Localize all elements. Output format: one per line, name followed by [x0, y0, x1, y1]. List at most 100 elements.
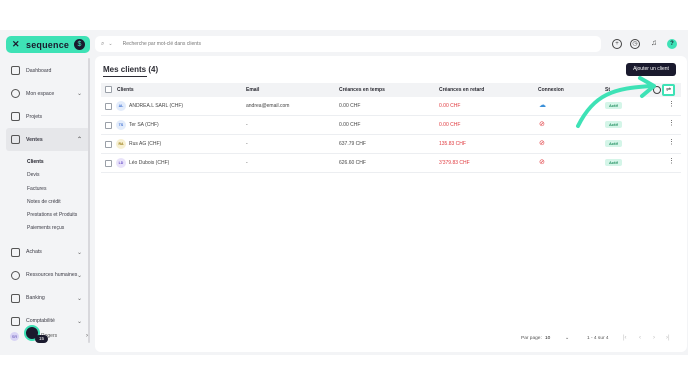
row-checkbox[interactable] [105, 160, 112, 167]
cloud-disconnected-icon[interactable]: ⊘ [539, 139, 545, 148]
sidebar-item-label: Mon espace [26, 90, 55, 97]
help-icon[interactable]: ? [667, 39, 677, 49]
sidebar-subitem-factures[interactable]: Factures [6, 183, 90, 196]
logo[interactable]: ✕ sequence $ [6, 36, 90, 53]
chevron-down-icon[interactable]: ⌄ [108, 41, 112, 47]
client-name[interactable]: Léo Dubois (CHF) [129, 160, 169, 166]
cloud-disconnected-icon[interactable]: ⊘ [539, 158, 545, 167]
pagination-range: 1 - 4 sur 4 [587, 336, 609, 341]
logo-mark-icon: ✕ [12, 39, 20, 49]
client-email: - [246, 160, 248, 166]
table-row[interactable]: RA Rus AG (CHF) - 637.79 CHF 135.83 CHF ⊘ Acti… [101, 135, 681, 154]
check-square-icon [11, 112, 20, 121]
sidebar-item-banking[interactable]: Banking ⌄ [6, 287, 90, 310]
sidebar: ✕ sequence $ Dashboard Mon espace ⌄ Proj… [6, 36, 90, 352]
row-checkbox[interactable] [105, 103, 112, 110]
creances-en-temps: 626.60 CHF [339, 160, 366, 166]
clock-icon[interactable]: ◷ [630, 39, 640, 49]
creances-en-retard: 0.00 CHF [439, 122, 461, 128]
status-badge: Actif [605, 140, 622, 147]
table-row[interactable]: LD Léo Dubois (CHF) - 626.60 CHF 3'379.83 CH… [101, 154, 681, 173]
status-badge: Actif [605, 159, 622, 166]
creances-en-retard: 0.00 CHF [439, 103, 461, 109]
avatar: SR [10, 331, 19, 341]
kebab-menu-icon[interactable]: ⋮ [668, 158, 675, 166]
client-name[interactable]: Ter SA (CHF) [129, 122, 159, 128]
kebab-menu-icon[interactable]: ⋮ [668, 101, 675, 109]
column-header-clients[interactable]: Clients [117, 87, 134, 93]
kebab-menu-icon[interactable]: ⋮ [668, 139, 675, 147]
prev-page-button[interactable]: ‹ [639, 335, 641, 341]
creances-en-temps: 0.00 CHF [339, 122, 361, 128]
search-bar[interactable]: ⌕ ⌄ Recherche par mot-clé dans clients [95, 36, 601, 52]
sidebar-subitem-paiements[interactable]: Paiements reçus [6, 222, 90, 235]
bell-icon[interactable]: ♫ [649, 39, 659, 49]
notification-count-badge: 15 [35, 335, 48, 343]
client-name[interactable]: ANDREA.L SARL (CHF) [129, 103, 183, 109]
row-checkbox[interactable] [105, 141, 112, 148]
logo-text: sequence [26, 39, 70, 50]
page-title: Mes clients (4) [103, 65, 159, 74]
client-name[interactable]: Rus AG (CHF) [129, 141, 161, 147]
sidebar-item-label: Dashboard [26, 67, 52, 74]
ledger-icon [11, 316, 20, 326]
sidebar-item-projets[interactable]: Projets [6, 105, 90, 128]
next-page-button[interactable]: › [653, 335, 655, 341]
row-checkbox[interactable] [105, 122, 112, 129]
sidebar-item-achats[interactable]: Achats ⌄ [6, 241, 90, 264]
home-icon [11, 66, 20, 75]
chevron-up-icon: ⌃ [76, 137, 82, 143]
sidebar-subitem-devis[interactable]: Devis [6, 169, 90, 182]
kebab-menu-icon[interactable]: ⋮ [668, 120, 675, 128]
bag-icon [11, 247, 20, 257]
sidebar-subitem-notes-de-credit[interactable]: Notes de crédit [6, 196, 90, 209]
sidebar-subitem-prestations[interactable]: Prestations et Produits [6, 209, 90, 222]
column-header-email[interactable]: Email [246, 87, 259, 93]
sidebar-subitem-clients[interactable]: Clients [6, 156, 90, 169]
sidebar-item-ressources-humaines[interactable]: Ressources humaines ⌄ [6, 264, 90, 287]
chevron-down-icon: ⌄ [76, 295, 82, 302]
column-header-connexion[interactable]: Connexion [538, 87, 564, 93]
sidebar-item-label: Ventes [26, 136, 43, 143]
client-initials-avatar: TS [116, 120, 126, 130]
chevron-down-icon: ⌄ [76, 249, 82, 256]
client-initials-avatar: AL [116, 101, 126, 111]
sidebar-item-mon-espace[interactable]: Mon espace ⌄ [6, 82, 90, 105]
bank-icon [11, 293, 20, 303]
chevron-down-icon: ⌄ [76, 91, 82, 97]
chevron-down-icon[interactable]: ⌄ [565, 336, 569, 341]
cloud-connected-icon[interactable]: ☁ [539, 101, 546, 110]
logo-badge-icon: $ [74, 39, 85, 50]
user-icon [11, 89, 20, 98]
title-underline [103, 76, 147, 77]
column-header-creances-temps[interactable]: Créances en temps [339, 87, 385, 93]
add-circle-icon[interactable]: + [612, 39, 622, 49]
client-email: andrea@email.com [246, 103, 290, 109]
sidebar-item-ventes[interactable]: Ventes ⌃ [6, 128, 90, 151]
creances-en-temps: 637.79 CHF [339, 141, 366, 147]
sidebar-scrollbar[interactable] [88, 58, 90, 343]
client-initials-avatar: RA [116, 139, 126, 149]
creances-en-retard: 135.83 CHF [439, 141, 466, 147]
people-icon [11, 270, 20, 280]
sidebar-item-label: Banking [26, 295, 45, 302]
cloud-disconnected-icon[interactable]: ⊘ [539, 120, 545, 129]
chevron-down-icon: ⌄ [76, 272, 82, 279]
user-menu[interactable]: SR Rogers › [10, 329, 90, 343]
sidebar-item-label: Ressources humaines [26, 272, 78, 279]
search-input[interactable]: Recherche par mot-clé dans clients [123, 41, 201, 47]
wallet-icon [11, 135, 20, 144]
per-page-select[interactable]: 10 [545, 336, 550, 341]
sidebar-item-label: Achats [26, 249, 42, 256]
per-page-label: Par page: [521, 336, 542, 341]
search-icon: ⌕ [101, 40, 105, 47]
sidebar-item-dashboard[interactable]: Dashboard [6, 59, 90, 82]
creances-en-temps: 0.00 CHF [339, 103, 361, 109]
last-page-button[interactable]: ›| [666, 335, 670, 341]
sidebar-item-label: Comptabilité [26, 318, 55, 325]
client-email: - [246, 122, 248, 128]
select-all-checkbox[interactable] [105, 86, 112, 93]
first-page-button[interactable]: |‹ [623, 335, 627, 341]
creances-en-retard: 3'379.83 CHF [439, 160, 470, 166]
column-header-creances-retard[interactable]: Créances en retard [439, 87, 484, 93]
